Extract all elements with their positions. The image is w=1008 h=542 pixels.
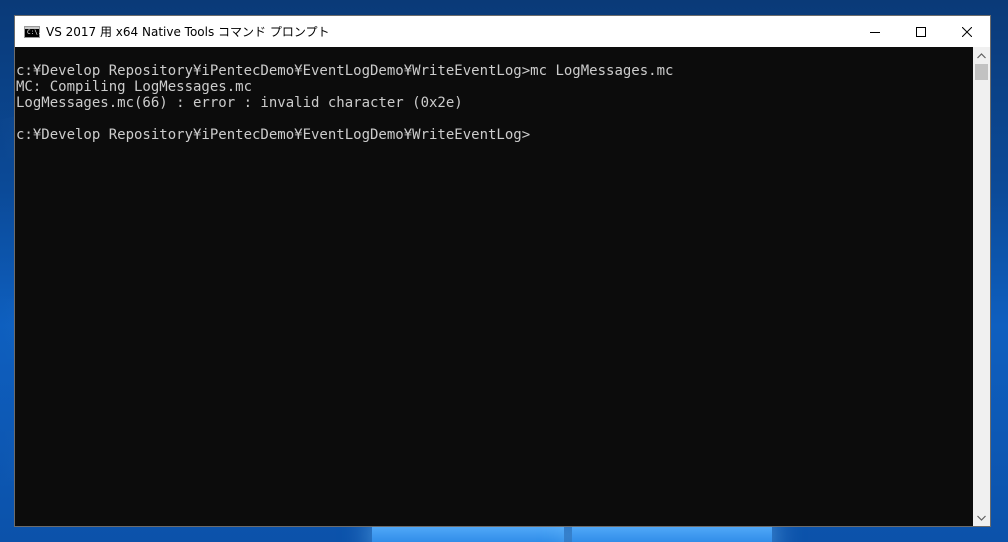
close-button[interactable] bbox=[944, 16, 990, 47]
chevron-down-icon bbox=[977, 515, 986, 521]
console-line: c:¥Develop Repository¥iPentecDemo¥EventL… bbox=[16, 63, 674, 79]
console-prompt-line: c:¥Develop Repository¥iPentecDemo¥EventL… bbox=[16, 127, 531, 143]
console-line: LogMessages.mc(66) : error : invalid cha… bbox=[16, 95, 463, 111]
console-output[interactable]: c:¥Develop Repository¥iPentecDemo¥EventL… bbox=[15, 47, 974, 526]
vertical-scrollbar[interactable] bbox=[973, 47, 990, 526]
command-prompt-window: C:\. VS 2017 用 x64 Native Tools コマンド プロン… bbox=[14, 15, 991, 527]
command-prompt-icon[interactable]: C:\. bbox=[24, 25, 41, 38]
window-controls bbox=[852, 16, 990, 47]
minimize-icon bbox=[870, 31, 880, 33]
close-icon bbox=[962, 26, 972, 37]
chevron-up-icon bbox=[977, 52, 986, 58]
maximize-button[interactable] bbox=[898, 16, 944, 47]
console-line: MC: Compiling LogMessages.mc bbox=[16, 79, 253, 95]
scroll-down-button[interactable] bbox=[973, 509, 990, 526]
scroll-thumb[interactable] bbox=[975, 64, 988, 80]
scroll-up-button[interactable] bbox=[973, 47, 990, 64]
window-title: VS 2017 用 x64 Native Tools コマンド プロンプト bbox=[46, 25, 330, 39]
maximize-icon bbox=[916, 26, 926, 37]
minimize-button[interactable] bbox=[852, 16, 898, 47]
title-bar[interactable]: C:\. VS 2017 用 x64 Native Tools コマンド プロン… bbox=[15, 16, 990, 47]
